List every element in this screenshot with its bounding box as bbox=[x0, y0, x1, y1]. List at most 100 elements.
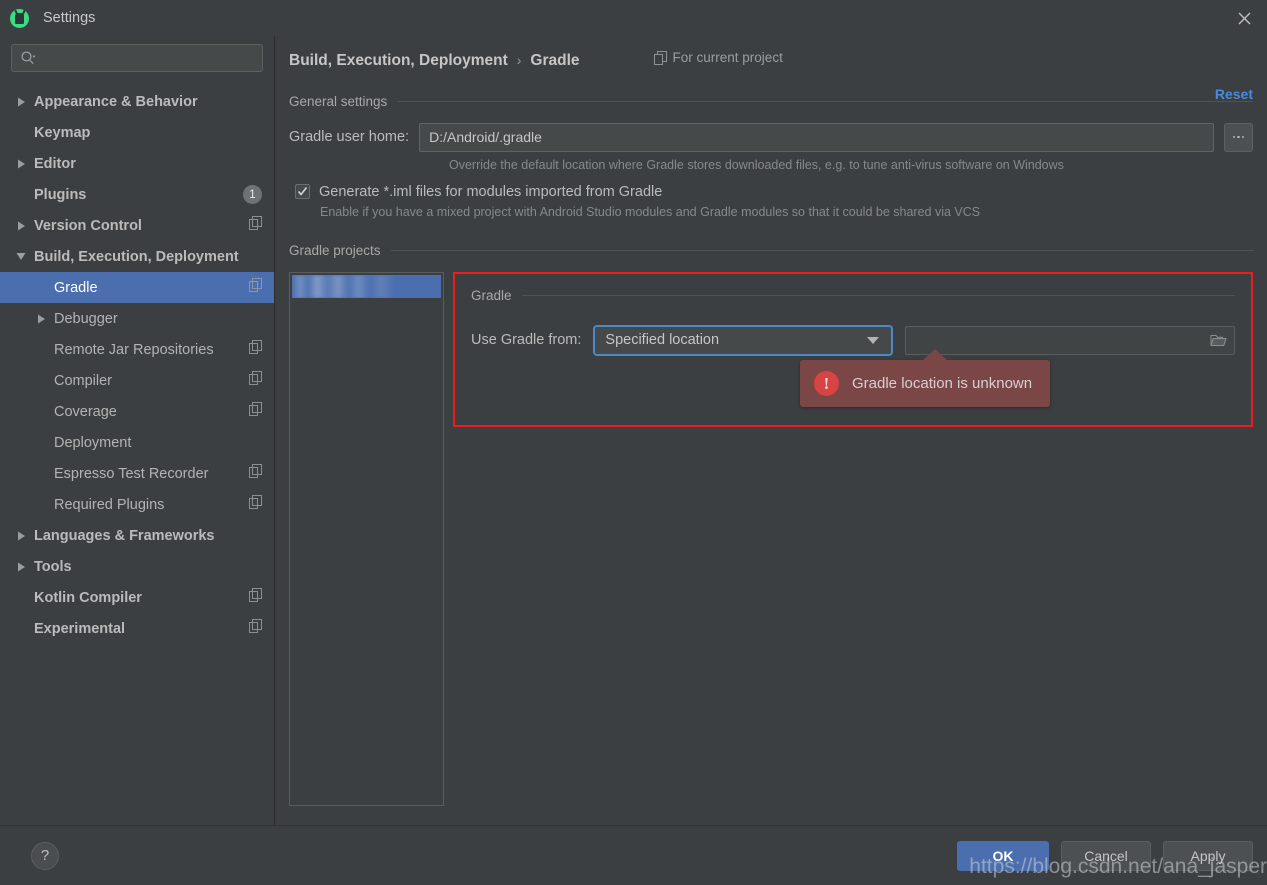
sidebar-item-label: Coverage bbox=[54, 403, 117, 420]
gradle-user-home-label: Gradle user home: bbox=[289, 129, 410, 145]
project-scope-icon bbox=[653, 50, 667, 65]
sidebar-item-deployment[interactable]: Deployment bbox=[0, 427, 274, 458]
ok-button[interactable]: OK bbox=[957, 840, 1049, 871]
sidebar-item-label: Deployment bbox=[54, 434, 132, 451]
sidebar-item-kotlin-compiler[interactable]: Kotlin Compiler bbox=[0, 582, 274, 613]
gradle-user-home-hint: Override the default location where Grad… bbox=[449, 157, 1064, 172]
title-bar: Settings bbox=[0, 0, 1267, 36]
sidebar-item-espresso-test-recorder[interactable]: Espresso Test Recorder bbox=[0, 458, 274, 489]
sidebar-item-debugger[interactable]: Debugger bbox=[0, 303, 274, 334]
sidebar-item-build-execution-deployment[interactable]: Build, Execution, Deployment bbox=[0, 241, 274, 272]
project-scope-icon bbox=[249, 216, 262, 235]
sidebar-item-label: Version Control bbox=[34, 217, 142, 234]
sidebar-item-editor[interactable]: Editor bbox=[0, 148, 274, 179]
sidebar-item-coverage[interactable]: Coverage bbox=[0, 396, 274, 427]
chevron-right-icon bbox=[17, 562, 25, 571]
sidebar-item-label: Gradle bbox=[54, 279, 98, 296]
folder-icon bbox=[1210, 334, 1227, 346]
sidebar-item-plugins[interactable]: Plugins 1 bbox=[0, 179, 274, 210]
project-scope-icon bbox=[249, 278, 262, 297]
cancel-button[interactable]: Cancel bbox=[1061, 840, 1151, 871]
error-tooltip: ! Gradle location is unknown bbox=[800, 348, 1051, 407]
sidebar-item-remote-jar-repositories[interactable]: Remote Jar Repositories bbox=[0, 334, 274, 365]
reset-link[interactable]: Reset bbox=[1215, 86, 1253, 102]
gradle-subsection-title: Gradle bbox=[471, 287, 512, 303]
chevron-right-icon[interactable] bbox=[14, 529, 28, 543]
sidebar-item-gradle[interactable]: Gradle bbox=[0, 272, 274, 303]
sidebar-item-label: Languages & Frameworks bbox=[34, 527, 215, 544]
sidebar-item-appearance-behavior[interactable]: Appearance & Behavior bbox=[0, 86, 274, 117]
list-item[interactable] bbox=[292, 274, 441, 298]
gradle-projects-section: Gradle projects bbox=[289, 243, 1253, 258]
gradle-user-home-browse-button[interactable] bbox=[1224, 122, 1253, 152]
gradle-user-home-input[interactable]: D:/Android/.gradle bbox=[419, 122, 1214, 152]
search-box[interactable] bbox=[11, 44, 263, 72]
sidebar-item-label: Debugger bbox=[54, 310, 118, 327]
sidebar-item-keymap[interactable]: Keymap bbox=[0, 117, 274, 148]
project-scope-icon bbox=[249, 402, 262, 421]
sidebar-item-label: Plugins bbox=[34, 186, 87, 203]
use-gradle-from-select[interactable]: Specified location bbox=[593, 324, 894, 356]
general-settings-title: General settings bbox=[289, 93, 388, 109]
sidebar-item-label: Build, Execution, Deployment bbox=[34, 248, 239, 265]
sidebar-item-label: Remote Jar Repositories bbox=[54, 341, 214, 358]
project-scope-icon bbox=[249, 588, 262, 602]
project-scope-icon bbox=[249, 619, 262, 633]
error-exclamation-icon: ! bbox=[814, 370, 839, 396]
project-scope-icon bbox=[249, 495, 262, 509]
section-divider bbox=[397, 100, 1253, 102]
chevron-down-icon bbox=[867, 336, 880, 344]
sidebar-item-label: Espresso Test Recorder bbox=[54, 465, 209, 482]
sidebar-item-version-control[interactable]: Version Control bbox=[0, 210, 274, 241]
use-gradle-from-label: Use Gradle from: bbox=[471, 332, 582, 348]
use-gradle-from-value: Specified location bbox=[605, 332, 720, 348]
project-scope-icon bbox=[249, 371, 262, 385]
sidebar-item-label: Experimental bbox=[34, 620, 126, 637]
apply-button[interactable]: Apply bbox=[1163, 840, 1253, 871]
sidebar-item-experimental[interactable]: Experimental bbox=[0, 613, 274, 644]
sidebar-item-label: Keymap bbox=[34, 124, 91, 141]
breadcrumb-current: Gradle bbox=[530, 51, 580, 69]
projects-area: Gradle Use Gradle from: Specified locati… bbox=[289, 271, 1253, 806]
sidebar-item-badge: 1 bbox=[243, 185, 262, 204]
chevron-down-icon[interactable] bbox=[14, 250, 28, 264]
gradle-location-input[interactable] bbox=[905, 325, 1235, 355]
chevron-right-icon[interactable] bbox=[14, 219, 28, 233]
chevron-right-icon bbox=[17, 221, 25, 230]
chevron-right-icon[interactable] bbox=[14, 560, 28, 574]
project-scope-icon bbox=[249, 340, 262, 359]
gradle-projects-list[interactable] bbox=[289, 271, 444, 806]
sidebar-item-label: Editor bbox=[34, 155, 76, 172]
general-settings-section: General settings bbox=[289, 94, 1253, 109]
sidebar-item-label: Tools bbox=[34, 558, 72, 575]
gradle-subsection: Gradle bbox=[471, 288, 1235, 303]
sidebar-item-languages-frameworks[interactable]: Languages & Frameworks bbox=[0, 520, 274, 551]
chevron-right-icon[interactable] bbox=[14, 95, 28, 109]
project-scope-text: For current project bbox=[672, 50, 783, 65]
project-scope-icon bbox=[249, 278, 262, 292]
section-divider bbox=[521, 294, 1235, 296]
chevron-right-icon[interactable] bbox=[14, 157, 28, 171]
search-input[interactable] bbox=[40, 50, 254, 66]
close-icon[interactable] bbox=[1221, 0, 1267, 36]
gradle-projects-title: Gradle projects bbox=[289, 242, 381, 258]
project-scope-icon bbox=[249, 402, 262, 416]
settings-tree: Appearance & Behavior Keymap Editor Plugins… bbox=[0, 84, 274, 825]
sidebar-item-tools[interactable]: Tools bbox=[0, 551, 274, 582]
checkmark-icon bbox=[297, 187, 308, 196]
sidebar-item-compiler[interactable]: Compiler bbox=[0, 365, 274, 396]
chevron-right-icon[interactable] bbox=[34, 312, 48, 326]
window-title: Settings bbox=[43, 10, 96, 26]
chevron-right-icon bbox=[37, 314, 45, 323]
gradle-settings-highlight-box: Gradle Use Gradle from: Specified locati… bbox=[453, 271, 1253, 427]
help-button[interactable]: ? bbox=[31, 841, 59, 870]
error-tooltip-message: Gradle location is unknown bbox=[852, 374, 1033, 392]
sidebar-item-required-plugins[interactable]: Required Plugins bbox=[0, 489, 274, 520]
gradle-user-home-row: Gradle user home: D:/Android/.gradle bbox=[289, 122, 1253, 152]
android-studio-icon bbox=[10, 8, 29, 28]
breadcrumb-parent[interactable]: Build, Execution, Deployment bbox=[289, 52, 508, 70]
chevron-down-icon bbox=[16, 253, 26, 260]
settings-sidebar: Appearance & Behavior Keymap Editor Plugins… bbox=[0, 36, 275, 825]
sidebar-item-label: Required Plugins bbox=[54, 496, 165, 513]
generate-iml-checkbox[interactable] bbox=[295, 184, 310, 199]
